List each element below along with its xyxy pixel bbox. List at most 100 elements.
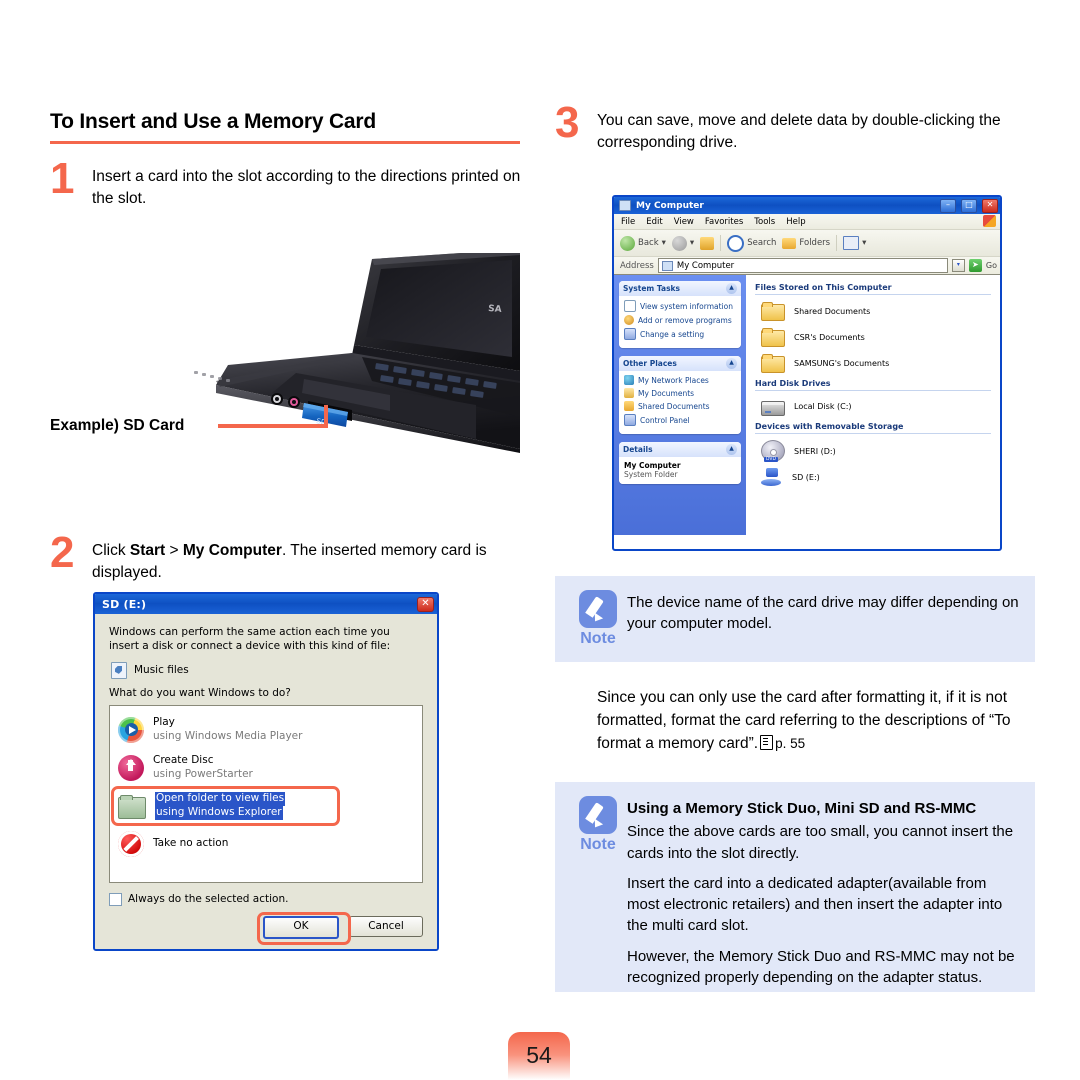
group-heading-hard-disk-drives: Hard Disk Drives [755, 379, 991, 391]
forward-dropdown-icon[interactable]: ▾ [690, 238, 694, 248]
action-item-create-disc[interactable]: Create Disc using PowerStarter [114, 750, 418, 785]
go-icon[interactable]: ➤ [968, 259, 982, 272]
close-icon[interactable]: ✕ [417, 596, 434, 612]
place-my-documents[interactable]: My Documents [624, 388, 737, 398]
action-item-open-folder[interactable]: Open folder to view files using Windows … [111, 786, 418, 826]
file-item-csr-documents[interactable]: CSR's Documents [761, 327, 991, 347]
menu-item-tools[interactable]: Tools [754, 217, 775, 227]
step-2-prefix: Click [92, 542, 130, 559]
menu-item-favorites[interactable]: Favorites [705, 217, 743, 227]
svg-text:SA: SA [488, 304, 502, 315]
step-1-text: Insert a card into the slot according to… [92, 168, 521, 207]
pane-body: My Network Places My Documents Shared Do… [619, 371, 741, 434]
file-label: Shared Documents [794, 306, 871, 316]
file-item-local-disk-c[interactable]: Local Disk (C:) [761, 397, 991, 416]
place-control-panel[interactable]: Control Panel [624, 414, 737, 426]
always-do-checkbox[interactable] [109, 892, 122, 906]
action-subtitle: using Windows Media Player [153, 729, 303, 742]
file-type-row: Music files [111, 661, 423, 679]
task-add-or-remove-programs[interactable]: Add or remove programs [624, 315, 737, 325]
pane-header[interactable]: Other Places ▲ [619, 356, 741, 371]
action-title: Play [153, 715, 175, 728]
close-icon[interactable]: ✕ [982, 198, 998, 213]
dialog-buttons: OK Cancel [109, 911, 423, 945]
file-item-sd-drive-e[interactable]: SD (E:) [761, 468, 991, 487]
note-title: Using a Memory Stick Duo, Mini SD and RS… [627, 800, 977, 817]
pane-body: My Computer System Folder [619, 457, 741, 484]
hard-disk-icon [761, 401, 785, 416]
file-item-samsung-documents[interactable]: SAMSUNG's Documents [761, 353, 991, 373]
pane-header[interactable]: Details ▲ [619, 442, 741, 457]
step-2: 2 Click Start > My Computer. The inserte… [50, 531, 530, 584]
back-label: Back [638, 238, 659, 248]
address-dropdown-icon[interactable]: ▾ [951, 259, 965, 272]
action-title: Take no action [153, 836, 229, 849]
window-title: My Computer [636, 200, 704, 211]
pencil-icon [579, 796, 617, 834]
file-label: SHERI (D:) [794, 446, 836, 456]
note-paragraph-1: Since the above cards are too small, you… [627, 823, 1014, 862]
folders-button[interactable]: Folders [782, 237, 830, 249]
menu-bar: File Edit View Favorites Tools Help [614, 214, 1000, 230]
note-text: The device name of the card drive may di… [627, 594, 1019, 633]
place-label: My Documents [638, 388, 695, 398]
step-2-bold-start: Start [129, 542, 166, 559]
my-computer-window: My Computer – □ ✕ File Edit View Favorit… [612, 195, 1002, 551]
place-label: Shared Documents [638, 401, 710, 411]
file-type-label: Music files [134, 664, 189, 677]
always-do-checkbox-row[interactable]: Always do the selected action. [109, 892, 423, 906]
ok-button[interactable]: OK [263, 915, 339, 939]
windows-flag-icon [983, 215, 996, 227]
search-icon [727, 234, 745, 252]
maximize-icon[interactable]: □ [961, 198, 977, 213]
right-column: 3 You can save, move and delete data by … [555, 101, 1035, 154]
file-label: Local Disk (C:) [794, 402, 852, 411]
note-paragraph-3: However, the Memory Stick Duo and RS-MMC… [627, 947, 1015, 987]
page-reference: p. 55 [775, 735, 806, 751]
back-button[interactable]: Back ▾ [620, 235, 666, 251]
action-item-take-no-action[interactable]: Take no action [114, 827, 418, 861]
address-input[interactable]: My Computer [657, 258, 948, 273]
menu-item-file[interactable]: File [621, 217, 635, 227]
views-button[interactable]: ▾ [843, 236, 866, 250]
pane-header[interactable]: System Tasks ▲ [619, 281, 741, 296]
place-shared-documents[interactable]: Shared Documents [624, 401, 737, 411]
menu-item-help[interactable]: Help [786, 217, 805, 227]
pane-title: Details [623, 445, 653, 454]
task-change-a-setting[interactable]: Change a setting [624, 328, 737, 340]
views-dropdown-icon[interactable]: ▾ [862, 238, 866, 248]
step-3: 3 You can save, move and delete data by … [555, 101, 1035, 154]
action-subtitle: using Windows Explorer [155, 806, 283, 820]
menu-item-view[interactable]: View [674, 217, 694, 227]
task-view-system-information[interactable]: View system information [624, 300, 737, 312]
search-button[interactable]: Search [727, 234, 777, 252]
back-dropdown-icon[interactable]: ▾ [662, 238, 666, 248]
chevron-up-icon[interactable]: ▲ [726, 358, 737, 369]
cancel-button[interactable]: Cancel [349, 915, 423, 937]
page-title: To Insert and Use a Memory Card [50, 110, 376, 133]
folder-icon [761, 328, 785, 347]
file-item-shared-documents[interactable]: Shared Documents [761, 301, 991, 321]
caption-leader-vertical [324, 405, 328, 428]
details-subtitle: System Folder [624, 470, 678, 479]
step-3-number: 3 [555, 98, 580, 147]
laptop-photo: SD SA [176, 253, 520, 453]
file-item-dvd-drive-d[interactable]: DVD SHERI (D:) [761, 440, 991, 462]
up-button[interactable] [700, 236, 715, 250]
minimize-icon[interactable]: – [940, 198, 956, 213]
toolbar-separator [720, 235, 722, 251]
file-label: SAMSUNG's Documents [794, 358, 890, 368]
place-my-network-places[interactable]: My Network Places [624, 375, 737, 385]
step-3-text: You can save, move and delete data by do… [597, 112, 1001, 151]
forward-button[interactable]: ▾ [671, 235, 694, 251]
action-item-play[interactable]: Play using Windows Media Player [114, 712, 418, 747]
search-label: Search [747, 238, 777, 248]
action-list[interactable]: Play using Windows Media Player Create D… [109, 704, 423, 883]
chevron-up-icon[interactable]: ▲ [726, 283, 737, 294]
menu-item-edit[interactable]: Edit [646, 217, 662, 227]
step-2-number: 2 [50, 528, 75, 577]
chevron-up-icon[interactable]: ▲ [726, 444, 737, 455]
note-badge: Note [569, 590, 627, 648]
step-1: 1 Insert a card into the slot according … [50, 157, 530, 210]
network-places-icon [624, 375, 634, 385]
